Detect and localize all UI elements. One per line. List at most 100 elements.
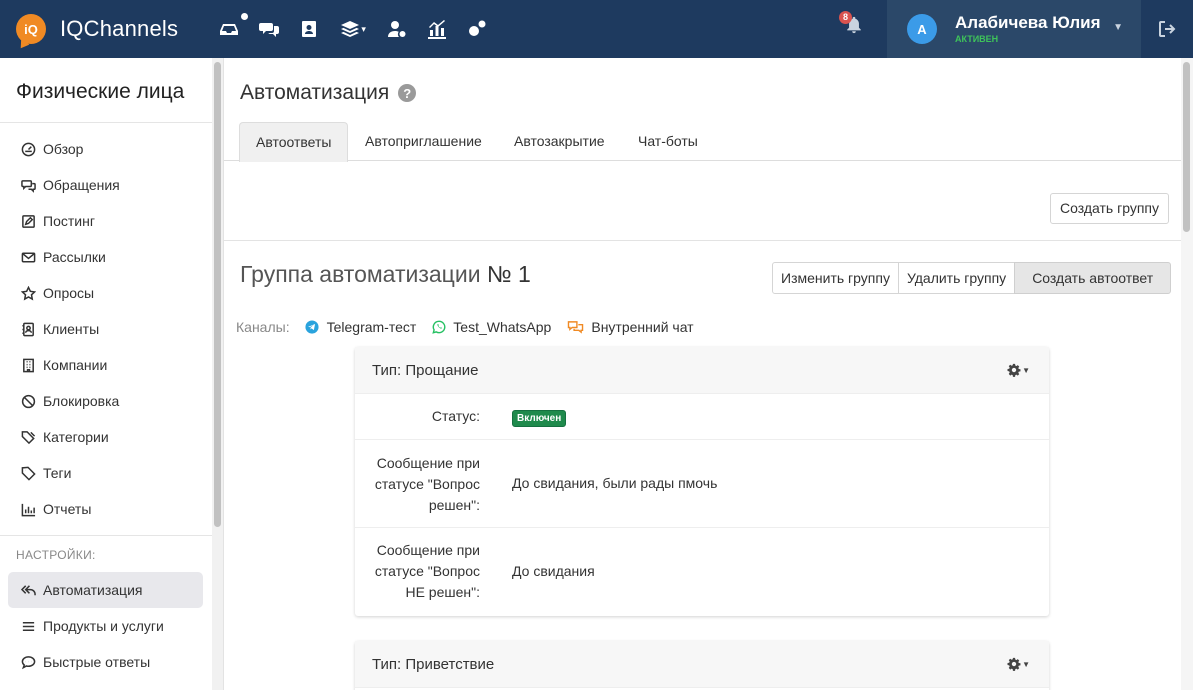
label-line: статусе "Вопрос [374, 476, 480, 492]
channel-name: Telegram-тест [326, 319, 417, 335]
card-header: Тип: Приветствие ▼ [355, 641, 1049, 688]
tab-chatbots[interactable]: Чат-боты [622, 122, 714, 161]
group-actions: Изменить группу Удалить группу Создать а… [772, 262, 1172, 294]
create-autoreply-button[interactable]: Создать автоответ [1014, 262, 1172, 294]
user-menu[interactable]: А Алабичева Юлия АКТИВЕН ▼ [887, 0, 1141, 58]
card-settings-dropdown[interactable]: ▼ [1007, 363, 1030, 377]
group-title-prefix: Группа автоматизации [240, 261, 481, 287]
label-line: Сообщение при [376, 455, 480, 471]
sidebar-item-quick-replies[interactable]: Быстрые ответы [8, 644, 203, 680]
layers-icon[interactable]: ▾ [338, 18, 368, 40]
logo-mark: iQ [16, 14, 46, 44]
status-label: Статус: [431, 408, 480, 424]
unresolved-message-value: До свидания [512, 563, 595, 579]
edit-group-button[interactable]: Изменить группу [772, 262, 899, 294]
sidebar-item-companies[interactable]: Компании [8, 347, 203, 383]
card-row-resolved-message: Сообщение при статусе "Вопрос решен": До… [355, 440, 1049, 528]
users-cog-icon[interactable] [386, 18, 408, 40]
chevron-down-icon: ▼ [1113, 22, 1123, 33]
tabs: Автоответы Автоприглашение Автозакрытие … [224, 122, 1181, 162]
sidebar-item-label: Отчеты [43, 501, 92, 517]
whatsapp-icon [431, 320, 446, 335]
ban-icon [20, 393, 36, 409]
channel-whatsapp: Test_WhatsApp [431, 319, 551, 335]
sidebar-item-categories[interactable]: Категории [8, 419, 203, 455]
analytics-icon[interactable] [426, 18, 448, 40]
dashboard-icon [20, 141, 36, 157]
bar-chart-icon [20, 501, 36, 517]
label-line: решен": [428, 497, 480, 513]
edit-icon [20, 213, 36, 229]
tags-icon [20, 429, 36, 445]
resolved-message-value: До свидания, были рады пмочь [512, 475, 718, 491]
autoreply-card-farewell: Тип: Прощание ▼ Статус: Включен Сообщени… [355, 347, 1049, 616]
page-title-text: Автоматизация [240, 81, 390, 104]
delete-group-button[interactable]: Удалить группу [897, 262, 1016, 294]
autoreply-card-greeting: Тип: Приветствие ▼ [355, 641, 1049, 690]
help-icon[interactable]: ? [398, 84, 417, 102]
sidebar-item-label: Обращения [43, 177, 120, 193]
sidebar-item-label: Постинг [43, 213, 95, 229]
chevron-down-icon: ▼ [1022, 659, 1030, 669]
create-group-button[interactable]: Создать группу [1050, 193, 1169, 224]
sidebar-scrollbar[interactable] [212, 58, 224, 690]
avatar: А [907, 14, 937, 44]
user-status: АКТИВЕН [955, 34, 999, 44]
sidebar-item-label: Категории [43, 429, 109, 445]
sidebar-item-label: Автоматизация [43, 582, 143, 598]
contacts-icon[interactable] [298, 18, 320, 40]
sidebar-item-automation[interactable]: Автоматизация [8, 572, 203, 608]
main-scrollbar[interactable] [1181, 58, 1193, 690]
sidebar-item-tags[interactable]: Теги [8, 455, 203, 491]
tab-autoinvite[interactable]: Автоприглашение [349, 122, 498, 161]
card-settings-dropdown[interactable]: ▼ [1007, 657, 1030, 671]
group-title: Группа автоматизации № 1 [240, 261, 531, 288]
sidebar-item-clients[interactable]: Клиенты [8, 311, 203, 347]
logout-icon[interactable] [1157, 19, 1177, 39]
tab-autoclose[interactable]: Автозакрытие [498, 122, 621, 161]
chevron-down-icon: ▾ [361, 23, 366, 34]
settings-icon[interactable] [466, 18, 488, 40]
logo[interactable]: iQ IQChannels [16, 14, 178, 44]
sidebar-item-blocking[interactable]: Блокировка [8, 383, 203, 419]
user-name: Алабичева Юлия [955, 13, 1101, 32]
label-line: НЕ решен": [405, 584, 480, 600]
chats-icon [20, 177, 36, 193]
inbox-icon[interactable] [218, 13, 249, 40]
card-row-unresolved-message: Сообщение при статусе "Вопрос НЕ решен":… [355, 528, 1049, 616]
group-number: № 1 [486, 261, 531, 287]
sidebar-item-label: Компании [43, 357, 108, 373]
unresolved-message-label: Сообщение при статусе "Вопрос НЕ решен": [375, 540, 480, 603]
card-title: Тип: Прощание [372, 362, 479, 379]
telegram-icon [305, 320, 320, 335]
sidebar-item-mailings[interactable]: Рассылки [8, 239, 203, 275]
new-indicator-dot [241, 13, 249, 20]
user-info: Алабичева Юлия АКТИВЕН [955, 13, 1101, 45]
sidebar-item-label: Быстрые ответы [43, 654, 151, 670]
tab-autoreplies[interactable]: Автоответы [239, 122, 349, 162]
sidebar-item-label: Блокировка [43, 393, 120, 409]
sidebar-item-posting[interactable]: Постинг [8, 203, 203, 239]
sidebar-item-requests[interactable]: Обращения [8, 167, 203, 203]
channel-name: Внутренний чат [591, 319, 694, 335]
building-icon [20, 357, 36, 373]
channels-label: Каналы: [236, 319, 290, 335]
sidebar-item-overview[interactable]: Обзор [8, 131, 203, 167]
tag-icon [20, 465, 36, 481]
sidebar-item-label: Клиенты [43, 321, 100, 337]
sidebar-title: Физические лица [16, 80, 185, 103]
sidebar-item-reports[interactable]: Отчеты [8, 491, 203, 527]
mail-icon [20, 249, 36, 265]
sidebar-item-surveys[interactable]: Опросы [8, 275, 203, 311]
card-row-status: Статус: Включен [355, 394, 1049, 440]
settings-section-label: НАСТРОЙКИ: [16, 548, 96, 562]
sidebar-item-label: Опросы [43, 285, 95, 301]
chat-icon[interactable] [258, 18, 280, 40]
scrollbar-thumb[interactable] [1183, 62, 1190, 232]
scrollbar-thumb[interactable] [214, 62, 221, 527]
app-name: IQChannels [60, 16, 179, 41]
label-line: Сообщение при [376, 542, 480, 558]
notifications-bell-icon[interactable]: 8 [839, 11, 867, 38]
sidebar-item-products[interactable]: Продукты и услуги [8, 608, 203, 644]
list-icon [20, 618, 36, 634]
